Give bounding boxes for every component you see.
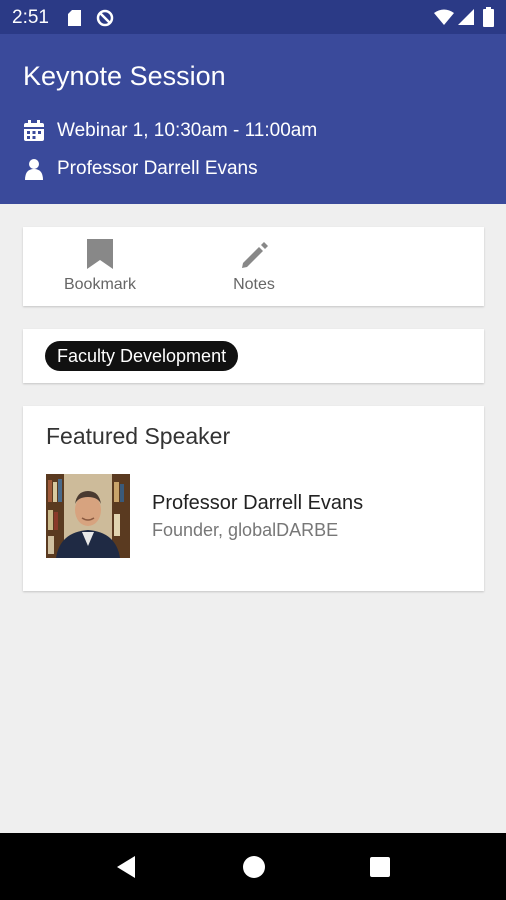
speaker-photo[interactable]	[46, 474, 130, 558]
battery-icon	[483, 7, 494, 27]
session-title: Keynote Session	[23, 61, 226, 91]
actions-card: Bookmark Notes	[23, 227, 484, 306]
pencil-icon	[242, 242, 268, 268]
featured-speaker-card: Featured Speaker Professor Darrell Evans…	[23, 406, 484, 591]
session-speaker-row: Professor Darrell Evans	[23, 156, 258, 182]
person-icon	[25, 159, 43, 180]
notes-button[interactable]: Notes	[204, 237, 304, 299]
navigation-bar	[0, 833, 506, 900]
back-icon[interactable]	[113, 854, 139, 880]
speaker-portrait-image	[46, 474, 130, 558]
status-time: 2:51	[12, 7, 49, 28]
speaker-role: Founder, globalDARBE	[152, 520, 339, 540]
session-header: Keynote Session Webinar 1, 10:30am - 11:…	[0, 34, 506, 204]
calendar-icon	[24, 120, 44, 141]
signal-icon	[458, 9, 474, 25]
speaker-name[interactable]: Professor Darrell Evans	[152, 492, 363, 515]
bookmark-label: Bookmark	[63, 276, 137, 293]
bookmark-icon	[87, 239, 113, 269]
tags-card: Faculty Development	[23, 329, 484, 383]
home-icon[interactable]	[241, 854, 267, 880]
notes-label: Notes	[233, 276, 275, 293]
session-schedule: Webinar 1, 10:30am - 11:00am	[57, 120, 318, 141]
session-schedule-row: Webinar 1, 10:30am - 11:00am	[23, 118, 317, 144]
status-bar: 2:51	[0, 0, 506, 34]
bookmark-button[interactable]: Bookmark	[50, 237, 150, 299]
sd-card-icon	[68, 10, 81, 26]
wifi-icon	[434, 9, 454, 25]
featured-speaker-heading: Featured Speaker	[46, 423, 231, 449]
recents-icon[interactable]	[367, 854, 393, 880]
vpn-icon	[96, 9, 114, 27]
tag-chip[interactable]: Faculty Development	[45, 341, 239, 371]
session-speaker: Professor Darrell Evans	[57, 158, 258, 179]
